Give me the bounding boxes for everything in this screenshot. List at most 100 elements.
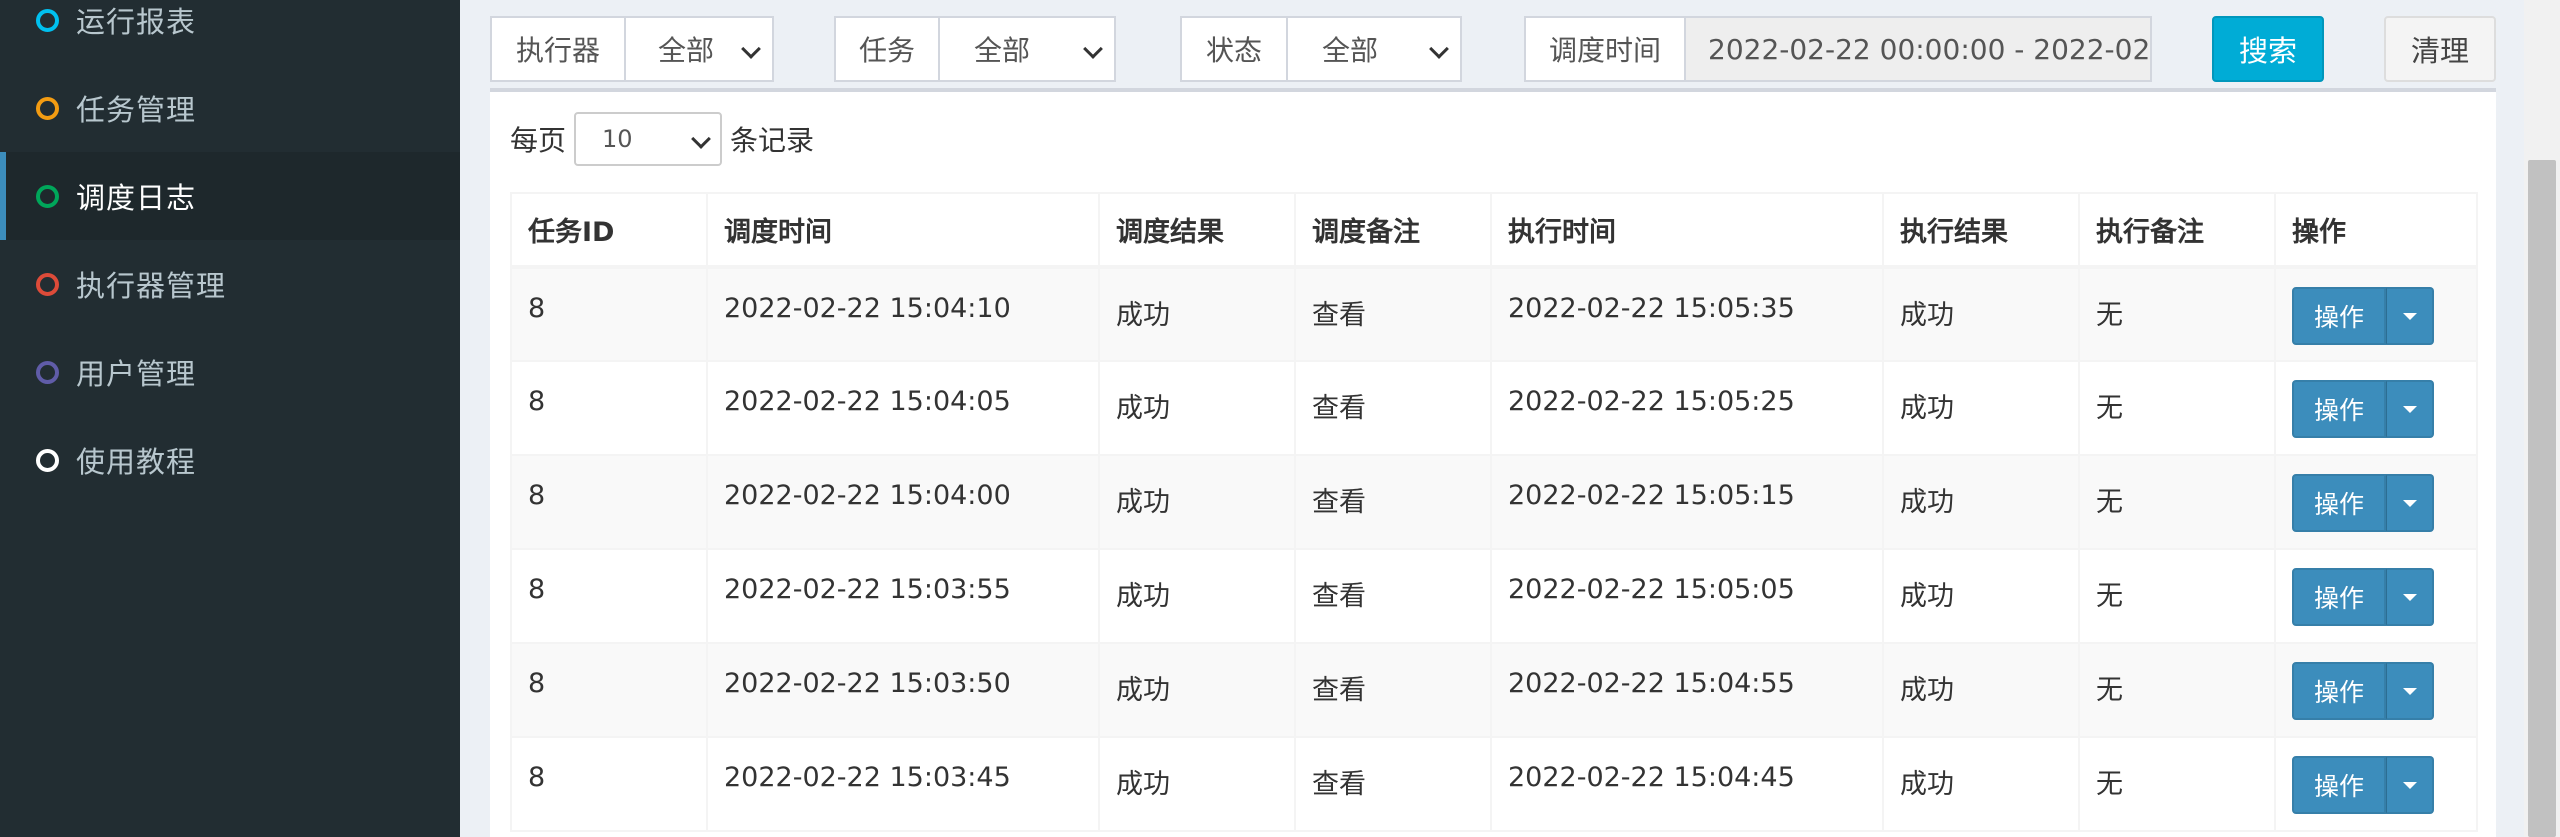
action-button[interactable]: 操作: [2292, 756, 2386, 814]
scrollbar-thumb[interactable]: [2528, 160, 2556, 837]
caret-down-icon: [2402, 781, 2417, 789]
page-size-prefix: 每页: [510, 124, 567, 157]
action-dropdown-toggle[interactable]: [2386, 474, 2434, 532]
sidebar-item-tutorial[interactable]: 使用教程: [0, 416, 460, 504]
chevron-down-icon: [691, 129, 711, 149]
page-size-select[interactable]: 10: [574, 112, 723, 166]
sidebar-item-users[interactable]: 用户管理: [0, 328, 460, 416]
actions-cell: 操作: [2274, 266, 2478, 362]
trigger-note-link[interactable]: 查看: [1294, 548, 1492, 644]
task-id-link[interactable]: 8: [510, 736, 708, 832]
chevron-down-icon: [1429, 39, 1449, 59]
time-filter: 调度时间 2022-02-22 00:00:00 - 2022-02-2: [1524, 16, 2152, 82]
actions-cell: 操作: [2274, 736, 2478, 832]
status-select[interactable]: 全部: [1288, 16, 1462, 82]
action-dropdown-toggle[interactable]: [2386, 662, 2434, 720]
sidebar: 运行报表 任务管理 调度日志 执行器管理 用户管理 使用教程: [0, 0, 460, 837]
executor-select[interactable]: 全部: [626, 16, 774, 82]
trigger-time: 2022-02-22 15:04:00: [706, 454, 1100, 550]
status-filter: 状态 全部: [1180, 16, 1462, 82]
exec-time: 2022-02-22 15:05:25: [1490, 360, 1884, 456]
circle-icon: [36, 96, 59, 120]
action-button[interactable]: 操作: [2292, 662, 2386, 720]
task-filter-label: 任务: [834, 16, 940, 82]
exec-note: 无: [2078, 548, 2276, 644]
col-header-actions: 操作: [2274, 192, 2478, 269]
action-button-group: 操作: [2292, 756, 2475, 814]
table-row: 8 2022-02-22 15:03:55 成功 查看 2022-02-22 1…: [510, 548, 2478, 644]
table-row: 8 2022-02-22 15:03:45 成功 查看 2022-02-22 1…: [510, 736, 2478, 832]
circle-icon: [36, 360, 59, 384]
table-row: 8 2022-02-22 15:03:50 成功 查看 2022-02-22 1…: [510, 642, 2478, 738]
status-filter-label: 状态: [1180, 16, 1288, 82]
trigger-result: 成功: [1098, 360, 1296, 456]
action-button[interactable]: 操作: [2292, 380, 2386, 438]
trigger-result: 成功: [1098, 736, 1296, 832]
task-select[interactable]: 全部: [940, 16, 1116, 82]
caret-down-icon: [2402, 593, 2417, 601]
page-size-suffix: 条记录: [730, 124, 815, 157]
col-header-task-id[interactable]: 任务ID: [510, 192, 708, 269]
col-header-exec-time[interactable]: 执行时间: [1490, 192, 1884, 269]
action-button-group: 操作: [2292, 474, 2475, 532]
col-header-exec-result[interactable]: 执行结果: [1882, 192, 2080, 269]
task-id-link[interactable]: 8: [510, 266, 708, 362]
trigger-note-link[interactable]: 查看: [1294, 360, 1492, 456]
trigger-note-link[interactable]: 查看: [1294, 266, 1492, 362]
sidebar-item-label: 运行报表: [76, 5, 197, 39]
sidebar-item-label: 任务管理: [76, 93, 197, 127]
action-dropdown-toggle[interactable]: [2386, 756, 2434, 814]
task-select-value: 全部: [974, 34, 1031, 67]
sidebar-item-tasks[interactable]: 任务管理: [0, 64, 460, 152]
task-filter: 任务 全部: [834, 16, 1116, 82]
task-id-link[interactable]: 8: [510, 548, 708, 644]
exec-result: 成功: [1882, 266, 2080, 362]
executor-filter-label: 执行器: [490, 16, 626, 82]
exec-result: 成功: [1882, 736, 2080, 832]
task-id-link[interactable]: 8: [510, 360, 708, 456]
trigger-note-link[interactable]: 查看: [1294, 736, 1492, 832]
exec-time: 2022-02-22 15:04:55: [1490, 642, 1884, 738]
action-button[interactable]: 操作: [2292, 568, 2386, 626]
action-dropdown-toggle[interactable]: [2386, 380, 2434, 438]
trigger-time: 2022-02-22 15:04:05: [706, 360, 1100, 456]
trigger-note-link[interactable]: 查看: [1294, 642, 1492, 738]
table-row: 8 2022-02-22 15:04:00 成功 查看 2022-02-22 1…: [510, 454, 2478, 550]
trigger-result: 成功: [1098, 642, 1296, 738]
exec-note: 无: [2078, 736, 2276, 832]
search-button[interactable]: 搜索: [2212, 16, 2324, 82]
clear-button[interactable]: 清理: [2384, 16, 2496, 82]
col-header-exec-note[interactable]: 执行备注: [2078, 192, 2276, 269]
action-button-group: 操作: [2292, 287, 2475, 345]
exec-note: 无: [2078, 360, 2276, 456]
exec-note: 无: [2078, 454, 2276, 550]
exec-result: 成功: [1882, 454, 2080, 550]
executor-select-value: 全部: [658, 34, 715, 67]
action-dropdown-toggle[interactable]: [2386, 568, 2434, 626]
sidebar-item-label: 执行器管理: [76, 269, 227, 303]
caret-down-icon: [2402, 405, 2417, 413]
action-dropdown-toggle[interactable]: [2386, 287, 2434, 345]
col-header-trigger-result[interactable]: 调度结果: [1098, 192, 1296, 269]
exec-time: 2022-02-22 15:05:35: [1490, 266, 1884, 362]
actions-cell: 操作: [2274, 360, 2478, 456]
app-root: 运行报表 任务管理 调度日志 执行器管理 用户管理 使用教程 执行器 全部 任务…: [0, 0, 2560, 837]
chevron-down-icon: [741, 39, 761, 59]
action-button[interactable]: 操作: [2292, 287, 2386, 345]
trigger-time: 2022-02-22 15:03:45: [706, 736, 1100, 832]
sidebar-item-dashboard[interactable]: 运行报表: [0, 0, 460, 64]
action-button[interactable]: 操作: [2292, 474, 2386, 532]
trigger-note-link[interactable]: 查看: [1294, 454, 1492, 550]
sidebar-item-logs[interactable]: 调度日志: [0, 152, 460, 240]
time-filter-label: 调度时间: [1524, 16, 1686, 82]
task-id-link[interactable]: 8: [510, 454, 708, 550]
action-button-group: 操作: [2292, 662, 2475, 720]
executor-filter: 执行器 全部: [490, 16, 774, 82]
time-range-input[interactable]: 2022-02-22 00:00:00 - 2022-02-2: [1686, 16, 2152, 82]
col-header-trigger-note[interactable]: 调度备注: [1294, 192, 1492, 269]
page-size-value: 10: [602, 125, 633, 153]
col-header-trigger-time[interactable]: 调度时间: [706, 192, 1100, 269]
sidebar-item-executors[interactable]: 执行器管理: [0, 240, 460, 328]
table-row: 8 2022-02-22 15:04:05 成功 查看 2022-02-22 1…: [510, 360, 2478, 456]
task-id-link[interactable]: 8: [510, 642, 708, 738]
